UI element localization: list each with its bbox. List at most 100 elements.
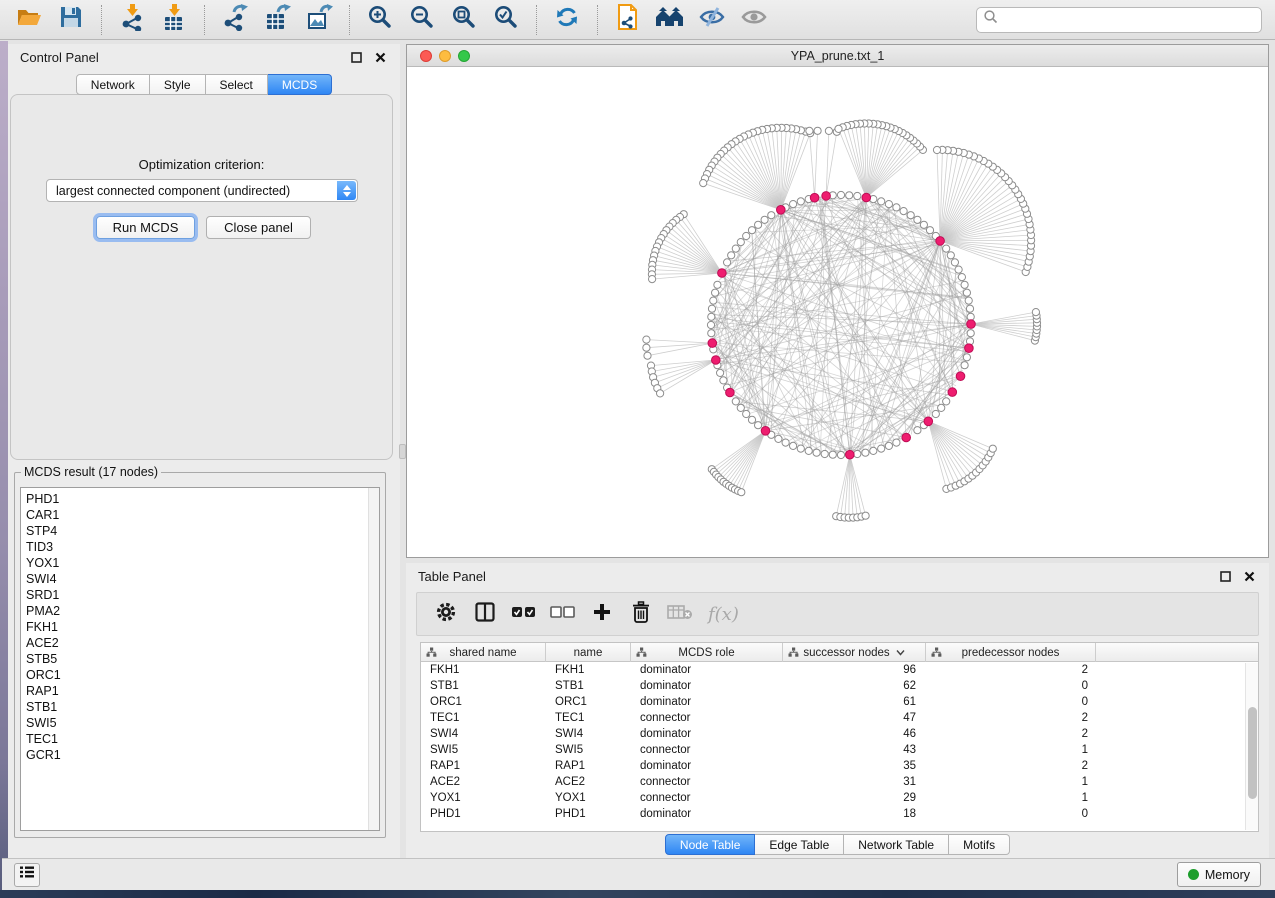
optimization-criterion-select[interactable]: largest connected component (undirected) bbox=[46, 179, 358, 202]
export-table-button[interactable] bbox=[261, 4, 293, 36]
optimization-criterion-value: largest connected component (undirected) bbox=[56, 184, 290, 198]
zoom-out-button[interactable] bbox=[406, 4, 438, 36]
table-row[interactable]: STB1STB1dominator620 bbox=[421, 678, 1258, 694]
mcds-result-item[interactable]: STB5 bbox=[26, 651, 379, 667]
main-toolbar bbox=[0, 0, 1275, 40]
zoom-in-button[interactable] bbox=[364, 4, 396, 36]
float-panel-icon[interactable] bbox=[348, 49, 364, 65]
tab-network[interactable]: Network bbox=[76, 74, 150, 95]
search-field[interactable] bbox=[976, 7, 1262, 33]
table-row[interactable]: ACE2ACE2connector311 bbox=[421, 774, 1258, 790]
open-folder-icon bbox=[15, 5, 43, 34]
table-row[interactable]: PHD1PHD1dominator180 bbox=[421, 806, 1258, 822]
cell-name: SWI5 bbox=[546, 744, 631, 756]
table-row[interactable]: SWI4SWI4dominator462 bbox=[421, 726, 1258, 742]
mcds-result-item[interactable]: PMA2 bbox=[26, 603, 379, 619]
mcds-result-item[interactable]: STB1 bbox=[26, 699, 379, 715]
function-builder-button-disabled[interactable]: f(x) bbox=[708, 604, 739, 625]
mcds-result-item[interactable]: TID3 bbox=[26, 539, 379, 555]
export-network-button[interactable] bbox=[219, 4, 251, 36]
import-table-button[interactable] bbox=[158, 4, 190, 36]
close-panel-button[interactable]: Close panel bbox=[206, 216, 311, 239]
network-window-title: YPA_prune.txt_1 bbox=[407, 49, 1268, 63]
select-all-columns-button[interactable] bbox=[511, 601, 537, 627]
mcds-result-item[interactable]: SRD1 bbox=[26, 587, 379, 603]
mcds-result-item[interactable]: SWI5 bbox=[26, 715, 379, 731]
mcds-result-item[interactable]: RAP1 bbox=[26, 683, 379, 699]
unselect-all-columns-button[interactable] bbox=[550, 601, 576, 627]
export-image-button[interactable] bbox=[303, 4, 335, 36]
mcds-result-item[interactable]: ORC1 bbox=[26, 667, 379, 683]
table-row[interactable]: RAP1RAP1dominator352 bbox=[421, 758, 1258, 774]
save-session-button[interactable] bbox=[55, 4, 87, 36]
tab-motifs[interactable]: Motifs bbox=[949, 834, 1010, 855]
table-settings-button[interactable] bbox=[433, 601, 459, 627]
cell-shared-name: ACE2 bbox=[421, 776, 546, 788]
mcds-result-item[interactable]: PHD1 bbox=[26, 491, 379, 507]
mcds-result-item[interactable]: YOX1 bbox=[26, 555, 379, 571]
memory-button[interactable]: Memory bbox=[1177, 862, 1261, 887]
home-button[interactable] bbox=[654, 4, 686, 36]
cell-name: SWI4 bbox=[546, 728, 631, 740]
hide-selected-button[interactable] bbox=[696, 4, 728, 36]
cell-shared-name: PHD1 bbox=[421, 808, 546, 820]
open-session-button[interactable] bbox=[13, 4, 45, 36]
network-graph[interactable] bbox=[407, 67, 1268, 557]
tab-style[interactable]: Style bbox=[150, 74, 206, 95]
zoom-in-icon bbox=[367, 4, 393, 35]
column-header-successor-nodes[interactable]: successor nodes bbox=[783, 643, 926, 662]
mcds-result-list[interactable]: PHD1CAR1STP4TID3YOX1SWI4SRD1PMA2FKH1ACE2… bbox=[20, 487, 380, 831]
table-row[interactable]: FKH1FKH1dominator962 bbox=[421, 662, 1258, 678]
tab-mcds[interactable]: MCDS bbox=[268, 74, 332, 95]
column-header-MCDS-role[interactable]: MCDS role bbox=[631, 643, 783, 662]
show-selected-button[interactable] bbox=[738, 4, 770, 36]
table-row[interactable]: ORC1ORC1dominator610 bbox=[421, 694, 1258, 710]
zoom-selected-button[interactable] bbox=[490, 4, 522, 36]
tab-node-table[interactable]: Node Table bbox=[665, 834, 756, 855]
zoom-fit-button[interactable] bbox=[448, 4, 480, 36]
mcds-result-item[interactable]: ACE2 bbox=[26, 635, 379, 651]
table-row[interactable]: TEC1TEC1connector472 bbox=[421, 710, 1258, 726]
eye-icon bbox=[740, 5, 768, 34]
network-canvas[interactable] bbox=[407, 67, 1268, 557]
share-document-button[interactable] bbox=[612, 4, 644, 36]
table-scrollbar-thumb[interactable] bbox=[1248, 707, 1257, 799]
tab-select[interactable]: Select bbox=[206, 74, 268, 95]
table-row[interactable]: YOX1YOX1connector291 bbox=[421, 790, 1258, 806]
network-window-titlebar[interactable]: YPA_prune.txt_1 bbox=[407, 45, 1268, 67]
mcds-result-item[interactable]: SWI4 bbox=[26, 571, 379, 587]
mcds-result-item[interactable]: GCR1 bbox=[26, 747, 379, 763]
cell-MCDS-role: connector bbox=[631, 712, 783, 724]
export-table-icon bbox=[263, 3, 291, 36]
mcds-result-item[interactable]: TEC1 bbox=[26, 731, 379, 747]
close-panel-icon[interactable] bbox=[372, 49, 388, 65]
task-history-button[interactable] bbox=[14, 863, 40, 887]
float-table-panel-icon[interactable] bbox=[1217, 568, 1233, 584]
tab-network-table[interactable]: Network Table bbox=[844, 834, 949, 855]
mcds-result-item[interactable]: STP4 bbox=[26, 523, 379, 539]
mcds-result-item[interactable]: CAR1 bbox=[26, 507, 379, 523]
search-input[interactable] bbox=[999, 10, 1261, 30]
show-column-browser-button[interactable] bbox=[472, 601, 498, 627]
create-column-button[interactable] bbox=[589, 601, 615, 627]
import-network-button[interactable] bbox=[116, 4, 148, 36]
column-header-shared-name[interactable]: shared name bbox=[421, 643, 546, 662]
table-row[interactable]: SWI5SWI5connector431 bbox=[421, 742, 1258, 758]
column-header-predecessor-nodes[interactable]: predecessor nodes bbox=[926, 643, 1096, 662]
close-table-panel-icon[interactable] bbox=[1241, 568, 1257, 584]
import-table-icon bbox=[160, 3, 188, 36]
mcds-result-item[interactable]: FKH1 bbox=[26, 619, 379, 635]
run-mcds-button[interactable]: Run MCDS bbox=[96, 216, 195, 239]
cell-name: TEC1 bbox=[546, 712, 631, 724]
delete-table-button-disabled[interactable] bbox=[667, 601, 693, 627]
memory-status-icon bbox=[1188, 869, 1199, 880]
column-header-name[interactable]: name bbox=[546, 643, 631, 662]
mcds-result-scrollbar[interactable] bbox=[368, 488, 379, 830]
tab-edge-table[interactable]: Edge Table bbox=[755, 834, 844, 855]
desktop-wallpaper-bottom-edge bbox=[0, 890, 1275, 898]
delete-columns-button[interactable] bbox=[628, 601, 654, 627]
refresh-icon bbox=[554, 4, 580, 35]
table-scrollbar[interactable] bbox=[1245, 663, 1258, 830]
refresh-button[interactable] bbox=[551, 4, 583, 36]
panel-splitter-handle[interactable] bbox=[399, 444, 406, 459]
